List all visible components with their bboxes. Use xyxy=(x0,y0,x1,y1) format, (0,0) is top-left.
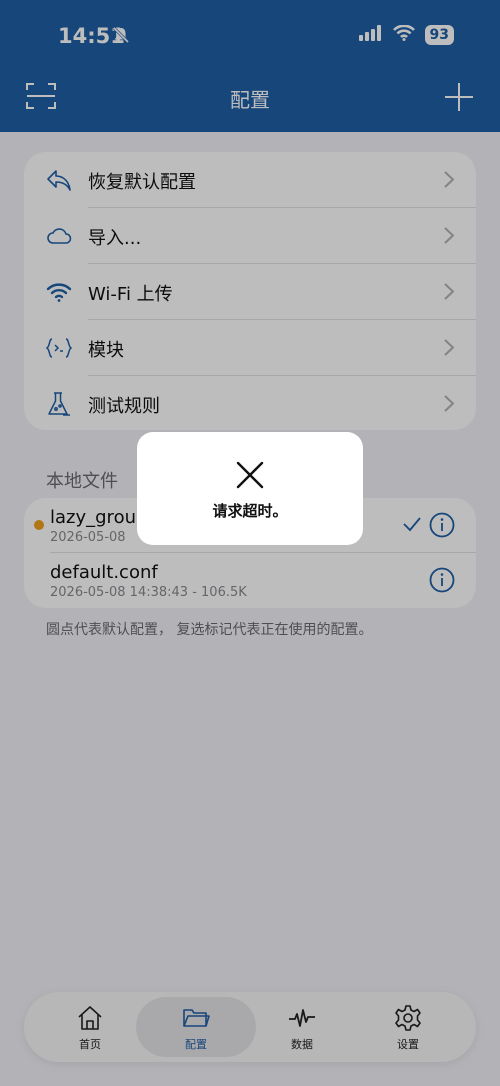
error-toast: 请求超时。 xyxy=(137,432,363,545)
toast-message: 请求超时。 xyxy=(212,502,288,520)
error-x-icon xyxy=(235,460,265,490)
